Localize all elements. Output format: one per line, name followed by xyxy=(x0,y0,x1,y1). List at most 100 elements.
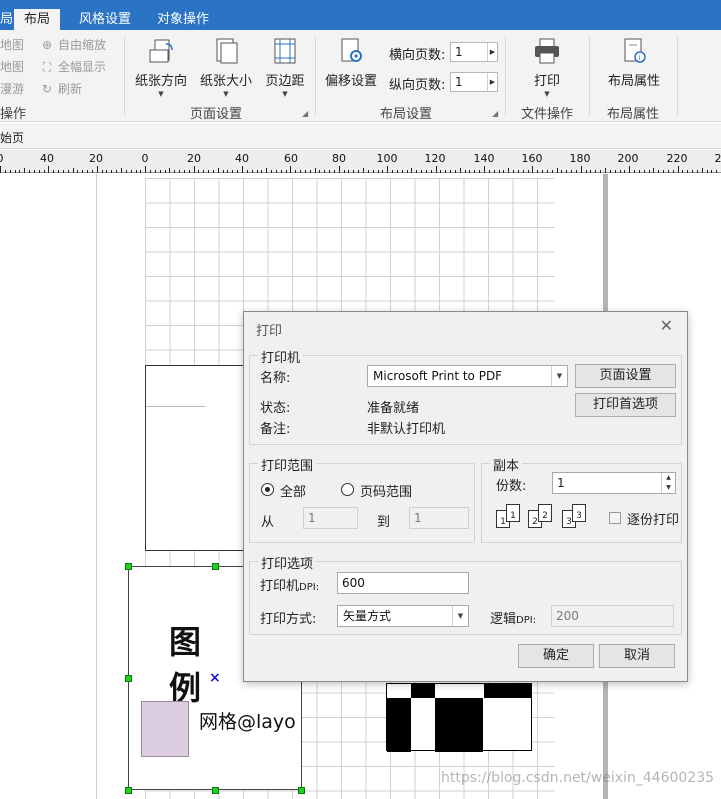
group-label-file-ops: 文件操作 xyxy=(521,107,574,122)
dialog-launcher-icon[interactable]: ◢ xyxy=(492,109,498,118)
chevron-down-icon: ▼ xyxy=(158,90,164,98)
pattern-block[interactable] xyxy=(386,683,532,752)
print-button[interactable]: 打印 ▼ xyxy=(524,36,570,98)
ruler-label: 40 xyxy=(235,152,249,165)
ruler-ticks xyxy=(0,166,717,173)
ruler-label: 20 xyxy=(187,152,201,165)
close-icon[interactable]: ✕ xyxy=(660,316,673,335)
horizontal-ruler: 0 40 20 0 20 40 60 80 100 120 140 160 18… xyxy=(0,150,721,173)
resize-handle[interactable] xyxy=(212,563,219,570)
printer-comment-value: 非默认打印机 xyxy=(367,422,446,437)
logic-dpi-input[interactable]: 200 xyxy=(551,605,674,627)
print-dialog: 打印 ✕ 打印机 名称: Microsoft Print to PDF ▼ 页面… xyxy=(243,311,688,682)
start-page-tab[interactable]: 始页 xyxy=(0,129,24,146)
cancel-button[interactable]: 取消 xyxy=(599,644,675,668)
radio-page-range-label[interactable]: 页码范围 xyxy=(360,481,412,500)
chevron-down-icon: ▼ xyxy=(223,90,229,98)
legend-item-label: 网格@layo xyxy=(199,711,296,733)
anchor-cross-icon: × xyxy=(209,670,221,686)
spin-arrow-icon[interactable]: ▶ xyxy=(487,73,497,91)
resize-handle[interactable] xyxy=(125,563,132,570)
ribbon-roam-item[interactable]: 漫游 xyxy=(0,80,24,97)
chevron-down-icon[interactable]: ▼ xyxy=(452,606,468,626)
paper-orientation-button[interactable]: 纸张方向 ▼ xyxy=(133,36,189,98)
group-separator xyxy=(124,36,125,116)
group-separator xyxy=(315,36,316,116)
ruler-label: 140 xyxy=(473,152,495,165)
print-mode-select[interactable]: 矢量方式 ▼ xyxy=(337,605,469,627)
ruler-label: 60 xyxy=(284,152,298,165)
resize-handle[interactable] xyxy=(212,787,219,794)
group-separator xyxy=(677,36,678,116)
group-separator xyxy=(505,36,506,116)
full-extent-button[interactable]: ⛶ 全幅显示 xyxy=(40,58,106,75)
layout-properties-button[interactable]: i 布局属性 xyxy=(603,36,665,89)
refresh-button[interactable]: ↻ 刷新 xyxy=(40,80,82,97)
offset-settings-button[interactable]: 偏移设置 xyxy=(322,36,380,89)
to-label: 到 xyxy=(377,515,391,530)
ruler-label: 0 xyxy=(141,152,149,165)
zoom-icon: ⊕ xyxy=(41,37,53,52)
group-label-operations: 操作 xyxy=(0,107,27,122)
paper-size-button[interactable]: 纸张大小 ▼ xyxy=(198,36,254,98)
radio-page-range[interactable] xyxy=(341,483,354,496)
ruler-label: 160 xyxy=(521,152,543,165)
horizontal-pages-label: 横向页数: xyxy=(389,48,446,63)
ruler-label: 80 xyxy=(332,152,346,165)
resize-handle[interactable] xyxy=(125,675,132,682)
spinner-arrows[interactable]: ▲ ▼ xyxy=(661,473,675,493)
to-input[interactable]: 1 xyxy=(409,507,469,529)
dialog-launcher-icon[interactable]: ◢ xyxy=(302,109,308,118)
layout-properties-icon: i xyxy=(624,38,646,63)
ruler-label: 0 xyxy=(0,152,4,165)
free-zoom-button[interactable]: ⊕ 自由缩放 xyxy=(40,36,106,53)
printer-status-label: 状态: xyxy=(260,401,291,416)
ruler-label: 120 xyxy=(424,152,446,165)
resize-handle[interactable] xyxy=(125,787,132,794)
horizontal-pages-input[interactable]: 1 ▶ xyxy=(450,42,498,62)
printer-comment-label: 备注: xyxy=(260,422,291,437)
page-tab-bar: 始页 xyxy=(0,123,721,149)
page-setup-button[interactable]: 页面设置 xyxy=(575,364,676,388)
resize-handle[interactable] xyxy=(298,787,305,794)
collate-checkbox[interactable] xyxy=(609,512,621,524)
ruler-label: 40 xyxy=(40,152,54,165)
printer-status-value: 准备就绪 xyxy=(367,401,420,416)
ribbon-tab-bar: 局 布局 风格设置 对象操作 xyxy=(0,0,721,30)
ok-button[interactable]: 确定 xyxy=(518,644,594,668)
printer-name-select[interactable]: Microsoft Print to PDF ▼ xyxy=(367,365,568,387)
printer-icon xyxy=(535,38,559,64)
printer-dpi-input[interactable]: 600 xyxy=(337,572,469,594)
radio-all-label[interactable]: 全部 xyxy=(280,481,306,500)
ribbon-map-item-1[interactable]: 地图 xyxy=(0,36,24,53)
page-margin-button[interactable]: 页边距 ▼ xyxy=(262,36,308,98)
page-margin-icon xyxy=(274,38,296,64)
ribbon: 地图 地图 漫游 ⊕ 自由缩放 ⛶ 全幅显示 ↻ 刷新 操作 纸张方向 ▼ 纸张大小 … xyxy=(0,30,721,122)
watermark: https://blog.csdn.net/weixin_44600235 xyxy=(441,770,715,786)
print-mode-label: 打印方式: xyxy=(260,612,317,627)
group-separator xyxy=(589,36,590,116)
tab-layout[interactable]: 布局 xyxy=(14,9,61,30)
copies-count-label: 份数: xyxy=(496,479,527,494)
copies-count-spinner[interactable]: 1 ▲ ▼ xyxy=(552,472,676,494)
ruler-label: 200 xyxy=(617,152,639,165)
printer-dpi-label: 打印机DPI: xyxy=(260,579,320,594)
chevron-down-icon: ▼ xyxy=(544,90,550,98)
refresh-icon: ↻ xyxy=(41,81,53,96)
printer-name-label: 名称: xyxy=(260,371,291,386)
paper-size-icon xyxy=(216,38,238,64)
legend-swatch xyxy=(141,701,189,757)
chevron-down-icon[interactable]: ▼ xyxy=(551,366,567,386)
tab-style-settings[interactable]: 风格设置 xyxy=(69,9,141,30)
radio-all[interactable] xyxy=(261,483,274,496)
group-label-layout-setup: 布局设置 xyxy=(380,107,433,122)
collate-label[interactable]: 逐份打印 xyxy=(627,509,679,528)
print-preferences-button[interactable]: 打印首选项 xyxy=(575,393,676,417)
vertical-pages-input[interactable]: 1 ▶ xyxy=(450,72,498,92)
full-extent-icon: ⛶ xyxy=(42,59,52,74)
spin-arrow-icon[interactable]: ▶ xyxy=(487,43,497,61)
tab-object-operations[interactable]: 对象操作 xyxy=(147,9,219,30)
paper-orientation-icon xyxy=(149,39,173,63)
from-input[interactable]: 1 xyxy=(303,507,358,529)
ribbon-map-item-2[interactable]: 地图 xyxy=(0,58,24,75)
